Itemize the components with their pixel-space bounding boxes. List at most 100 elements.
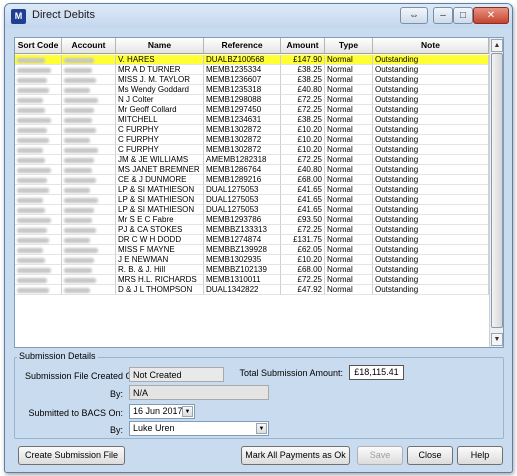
table-row[interactable]: MITCHELL MEMB1234631 £38.25 Normal Outstandi…	[15, 115, 490, 125]
redacted-value	[64, 218, 92, 223]
scroll-up-arrow-icon[interactable]: ▲	[491, 39, 503, 52]
table-row[interactable]: Mr S E C Fabre MEMB1293786 £93.50 Normal Out…	[15, 215, 490, 225]
table-row[interactable]: Ms Wendy Goddard MEMB1235318 £40.80 Normal O…	[15, 85, 490, 95]
amount-cell: £38.25	[281, 65, 325, 75]
amount-cell: £38.25	[281, 75, 325, 85]
reference-cell: MEMB1302872	[204, 145, 281, 155]
direct-debits-window: M Direct Debits ⇔ – □ ✕ Sort Code Accoun…	[4, 3, 513, 473]
column-header-name[interactable]: Name	[116, 38, 204, 53]
column-header-sort-code[interactable]: Sort Code	[15, 38, 62, 53]
scrollbar-thumb[interactable]	[491, 53, 503, 328]
column-header-account[interactable]: Account	[62, 38, 116, 53]
table-row[interactable]: D & J L THOMPSON DUAL1342822 £47.92 Normal O…	[15, 285, 490, 295]
type-cell: Normal	[325, 285, 373, 295]
amount-cell: £41.65	[281, 205, 325, 215]
table-row[interactable]: LP & SI MATHIESON DUAL1275053 £41.65 Normal…	[15, 185, 490, 195]
note-cell: Outstanding	[373, 185, 489, 195]
redacted-value	[17, 128, 47, 133]
table-row[interactable]: LP & SI MATHIESON DUAL1275053 £41.65 Normal…	[15, 205, 490, 215]
table-row[interactable]: Mr Geoff Collard MEMB1297450 £72.25 Normal O…	[15, 105, 490, 115]
account-cell	[62, 155, 116, 165]
table-row[interactable]: C FURPHY MEMB1302872 £10.20 Normal Outstandi…	[15, 145, 490, 155]
table-row[interactable]: MRS H.L. RICHARDS MEMB1310011 £72.25 Normal…	[15, 275, 490, 285]
column-header-type[interactable]: Type	[325, 38, 373, 53]
table-row[interactable]: DR C W H DODD MEMB1274874 £131.75 Normal Out…	[15, 235, 490, 245]
table-row[interactable]: R. B. & J. Hill MEMBBZ102139 £68.00 Normal O…	[15, 265, 490, 275]
table-row[interactable]: LP & SI MATHIESON DUAL1275053 £41.65 Normal…	[15, 195, 490, 205]
column-header-amount[interactable]: Amount	[281, 38, 325, 53]
minimize-button[interactable]: –	[433, 7, 453, 24]
redacted-value	[64, 118, 92, 123]
close-button[interactable]: Close	[407, 446, 453, 465]
table-row[interactable]: C FURPHY MEMB1302872 £10.20 Normal Outstandi…	[15, 125, 490, 135]
direct-debits-table[interactable]: Sort Code Account Name Reference Amount …	[14, 37, 504, 348]
name-cell: MRS H.L. RICHARDS	[116, 275, 204, 285]
redacted-value	[17, 58, 45, 63]
table-row[interactable]: MR A D TURNER MEMB1235334 £38.25 Normal Outs…	[15, 65, 490, 75]
table-row[interactable]: MS JANET BREMNER MEMB1286764 £40.80 Normal O…	[15, 165, 490, 175]
table-row[interactable]: MISS F MAYNE MEMBBZ139928 £62.05 Normal Outs…	[15, 245, 490, 255]
note-cell: Outstanding	[373, 125, 489, 135]
scroll-down-arrow-icon[interactable]: ▼	[491, 333, 503, 346]
name-cell: LP & SI MATHIESON	[116, 195, 204, 205]
mark-all-payments-ok-button[interactable]: Mark All Payments as Ok	[241, 446, 350, 465]
sort-code-cell	[15, 115, 62, 125]
type-cell: Normal	[325, 55, 373, 65]
type-cell: Normal	[325, 245, 373, 255]
note-cell: Outstanding	[373, 65, 489, 75]
table-row[interactable]: V. HARES DUALBZ100568 £147.90 Normal Outstan…	[15, 55, 490, 65]
table-row[interactable]: N J Colter MEMB1298088 £72.25 Normal Outstan…	[15, 95, 490, 105]
type-cell: Normal	[325, 115, 373, 125]
type-cell: Normal	[325, 105, 373, 115]
sort-code-cell	[15, 165, 62, 175]
table-row[interactable]: J E NEWMAN MEMB1302935 £10.20 Normal Outstan…	[15, 255, 490, 265]
submitted-date-picker[interactable]: 16 Jun 2017 ▼	[129, 404, 195, 419]
account-cell	[62, 255, 116, 265]
total-submission-label: Total Submission Amount:	[239, 368, 343, 378]
table-row[interactable]: PJ & CA STOKES MEMBBZ133313 £72.25 Normal Ou…	[15, 225, 490, 235]
redacted-value	[17, 98, 43, 103]
type-cell: Normal	[325, 85, 373, 95]
redacted-value	[17, 218, 51, 223]
total-submission-value: £18,115.41	[349, 365, 404, 380]
reference-cell: MEMB1289216	[204, 175, 281, 185]
created-by-field: N/A	[129, 385, 269, 400]
chevron-down-icon[interactable]: ▼	[256, 423, 267, 434]
submitted-by-select[interactable]: Luke Uren ▼	[129, 421, 269, 436]
title-bar[interactable]: M Direct Debits ⇔ – □ ✕	[5, 4, 512, 28]
name-cell: JM & JE WILLIAMS	[116, 155, 204, 165]
note-cell: Outstanding	[373, 85, 489, 95]
table-row[interactable]: C FURPHY MEMB1302872 £10.20 Normal Outstandi…	[15, 135, 490, 145]
redacted-value	[64, 198, 98, 203]
close-window-button[interactable]: ✕	[473, 7, 509, 24]
table-row[interactable]: CE & J DUNMORE MEMB1289216 £68.00 Normal Out…	[15, 175, 490, 185]
account-cell	[62, 215, 116, 225]
column-header-note[interactable]: Note	[373, 38, 489, 53]
help-button[interactable]: Help	[457, 446, 503, 465]
chevron-down-icon[interactable]: ▼	[182, 406, 193, 417]
amount-cell: £72.25	[281, 225, 325, 235]
redacted-value	[64, 58, 94, 63]
type-cell: Normal	[325, 135, 373, 145]
name-cell: J E NEWMAN	[116, 255, 204, 265]
amount-cell: £147.90	[281, 55, 325, 65]
redacted-value	[17, 188, 49, 193]
reference-cell: MEMB1235334	[204, 65, 281, 75]
table-row[interactable]: JM & JE WILLIAMS AMEMB1282318 £72.25 Normal…	[15, 155, 490, 165]
redacted-value	[17, 148, 43, 153]
restore-windows-icon[interactable]: ⇔	[400, 7, 428, 24]
column-header-reference[interactable]: Reference	[204, 38, 281, 53]
redacted-value	[64, 288, 90, 293]
type-cell: Normal	[325, 225, 373, 235]
note-cell: Outstanding	[373, 275, 489, 285]
create-submission-file-button[interactable]: Create Submission File	[18, 446, 125, 465]
note-cell: Outstanding	[373, 155, 489, 165]
maximize-button[interactable]: □	[453, 7, 473, 24]
table-vertical-scrollbar[interactable]: ▲ ▼	[489, 38, 503, 347]
save-button[interactable]: Save	[357, 446, 403, 465]
table-row[interactable]: MISS J. M. TAYLOR MEMB1236607 £38.25 Normal…	[15, 75, 490, 85]
name-cell: Ms Wendy Goddard	[116, 85, 204, 95]
account-cell	[62, 135, 116, 145]
redacted-value	[64, 228, 96, 233]
sort-code-cell	[15, 75, 62, 85]
